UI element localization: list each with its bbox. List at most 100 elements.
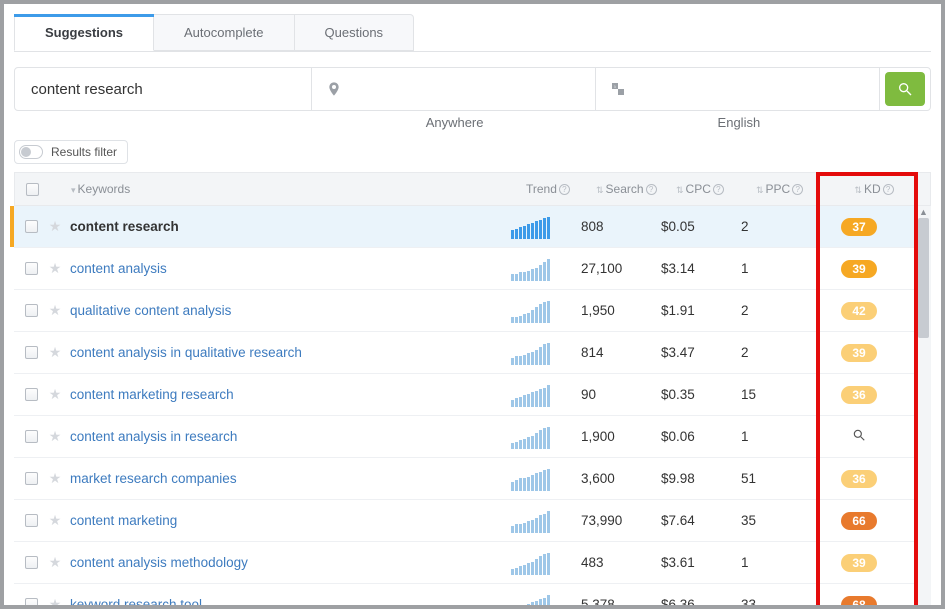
col-trend[interactable]: Trend? [526, 182, 596, 196]
star-icon[interactable]: ★ [49, 554, 62, 571]
row-checkbox[interactable] [25, 262, 38, 275]
star-icon[interactable]: ★ [49, 596, 62, 609]
tab-suggestions[interactable]: Suggestions [14, 14, 154, 51]
search-input[interactable] [29, 80, 297, 99]
trend-sparkline [511, 425, 581, 449]
kd-badge: 36 [841, 386, 877, 404]
star-icon[interactable]: ★ [49, 218, 62, 235]
keyword-text[interactable]: qualitative content analysis [70, 303, 231, 318]
keyword-text[interactable]: content analysis in research [70, 429, 237, 444]
keyword-text[interactable]: keyword research tool [70, 597, 202, 609]
col-ppc[interactable]: ⇅PPC? [756, 182, 826, 196]
keyword-text[interactable]: content marketing [70, 513, 177, 528]
search-row [14, 67, 931, 111]
row-checkbox[interactable] [25, 514, 38, 527]
table-row[interactable]: ★content marketing73,990$7.643566 [14, 500, 915, 542]
cpc-value: $1.91 [661, 303, 741, 318]
row-checkbox[interactable] [25, 346, 38, 359]
search-volume: 483 [581, 555, 661, 570]
ppc-value: 1 [741, 261, 811, 276]
cpc-value: $0.06 [661, 429, 741, 444]
keyword-text[interactable]: content analysis in qualitative research [70, 345, 302, 360]
tab-autocomplete[interactable]: Autocomplete [154, 14, 295, 51]
keyword-text[interactable]: market research companies [70, 471, 237, 486]
scrollbar-thumb[interactable] [918, 218, 929, 338]
star-icon[interactable]: ★ [49, 302, 62, 319]
language-cell[interactable] [596, 68, 880, 110]
cpc-value: $3.61 [661, 555, 741, 570]
search-sublabels: Anywhere English [14, 115, 931, 130]
search-button[interactable] [885, 72, 925, 106]
kd-lookup-button[interactable] [852, 430, 866, 445]
tab-questions[interactable]: Questions [295, 14, 415, 51]
help-icon[interactable]: ? [713, 184, 724, 195]
keyword-text[interactable]: content marketing research [70, 387, 234, 402]
select-all-checkbox[interactable] [26, 183, 39, 196]
star-icon[interactable]: ★ [49, 428, 62, 445]
results-filter-toggle[interactable]: Results filter [14, 140, 128, 164]
col-kd[interactable]: ⇅KD? [826, 182, 922, 196]
table-row[interactable]: ★content research808$0.05237 [14, 206, 915, 248]
col-search[interactable]: ⇅Search? [596, 182, 676, 196]
help-icon[interactable]: ? [559, 184, 570, 195]
table-row[interactable]: ★ content analysis in qualitative researc… [14, 332, 915, 374]
search-volume: 808 [581, 219, 661, 234]
ppc-value: 35 [741, 513, 811, 528]
row-checkbox[interactable] [25, 556, 38, 569]
kd-badge: 36 [841, 470, 877, 488]
ppc-value: 51 [741, 471, 811, 486]
ppc-value: 1 [741, 429, 811, 444]
keyword-text[interactable]: content analysis methodology [70, 555, 248, 570]
location-cell[interactable] [312, 68, 596, 110]
trend-sparkline [511, 257, 581, 281]
cpc-value: $3.14 [661, 261, 741, 276]
cpc-value: $3.47 [661, 345, 741, 360]
row-checkbox[interactable] [25, 430, 38, 443]
search-volume: 73,990 [581, 513, 661, 528]
table-row[interactable]: ★content analysis27,100$3.14139 [14, 248, 915, 290]
star-icon[interactable]: ★ [49, 344, 62, 361]
trend-sparkline [511, 467, 581, 491]
search-volume: 814 [581, 345, 661, 360]
star-icon[interactable]: ★ [49, 386, 62, 403]
kd-badge: 39 [841, 344, 877, 362]
search-volume: 1,950 [581, 303, 661, 318]
help-icon[interactable]: ? [792, 184, 803, 195]
star-icon[interactable]: ★ [49, 512, 62, 529]
row-checkbox[interactable] [25, 220, 38, 233]
ppc-value: 1 [741, 555, 811, 570]
table-row[interactable]: ★keyword research tool5,378$6.363368 [14, 584, 915, 609]
kd-badge: 68 [841, 596, 877, 609]
table-header: ▾Keywords Trend? ⇅Search? ⇅CPC? ⇅PPC? ⇅K… [14, 172, 931, 206]
row-checkbox[interactable] [25, 472, 38, 485]
trend-sparkline [511, 509, 581, 533]
language-label: English [597, 115, 881, 130]
search-query-cell[interactable] [15, 68, 312, 110]
table-row[interactable]: ★content marketing research90$0.351536 [14, 374, 915, 416]
trend-sparkline [511, 299, 581, 323]
table-row[interactable]: ★qualitative content analysis1,950$1.912… [14, 290, 915, 332]
vertical-scrollbar[interactable]: ▲ ▼ [915, 206, 931, 609]
row-checkbox[interactable] [25, 388, 38, 401]
table-row[interactable]: ★market research companies3,600$9.985136 [14, 458, 915, 500]
keyword-text[interactable]: content analysis [70, 261, 167, 276]
table-row[interactable]: ★ content analysis methodology 483$3.611 39 [14, 542, 915, 584]
table-row[interactable]: ★content analysis in research1,900$0.061 [14, 416, 915, 458]
ppc-value: 2 [741, 219, 811, 234]
cpc-value: $9.98 [661, 471, 741, 486]
keyword-text[interactable]: content research [70, 219, 179, 234]
kd-badge: 39 [841, 554, 877, 572]
ppc-value: 33 [741, 597, 811, 609]
col-cpc[interactable]: ⇅CPC? [676, 182, 756, 196]
row-checkbox[interactable] [25, 304, 38, 317]
row-checkbox[interactable] [25, 598, 38, 609]
star-icon[interactable]: ★ [49, 470, 62, 487]
cpc-value: $0.05 [661, 219, 741, 234]
help-icon[interactable]: ? [646, 184, 657, 195]
star-icon[interactable]: ★ [49, 260, 62, 277]
col-keywords[interactable]: ▾Keywords [67, 182, 526, 196]
cpc-value: $0.35 [661, 387, 741, 402]
help-icon[interactable]: ? [883, 184, 894, 195]
kd-badge: 66 [841, 512, 877, 530]
trend-sparkline [511, 551, 581, 575]
